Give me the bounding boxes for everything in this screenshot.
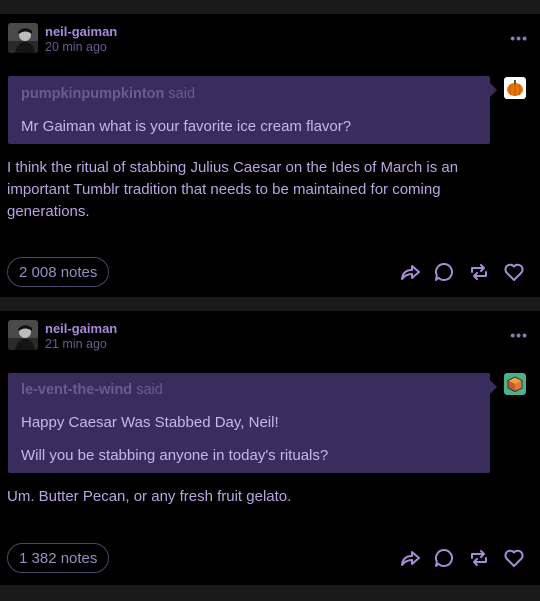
said-label: said [136,382,163,398]
more-options-icon[interactable]: ••• [510,327,528,343]
cube-icon[interactable] [504,373,526,395]
post-card: neil-gaiman 20 min ago ••• pumpkinpumpki… [0,14,540,297]
answer-text: I think the ritual of stabbing Julius Ca… [7,159,459,220]
ask-box: le-vent-the-wind said Happy Caesar Was S… [8,373,497,473]
reblog-icon[interactable] [468,261,490,283]
author-avatar[interactable] [8,23,38,53]
share-icon[interactable] [399,261,421,283]
reply-icon[interactable] [433,261,455,283]
notes-count-button[interactable]: 1 382 notes [7,543,110,573]
author-username[interactable]: neil-gaiman [45,24,117,39]
notes-count-button[interactable]: 2 008 notes [7,257,110,287]
author-avatar[interactable] [8,320,38,350]
share-icon[interactable] [399,547,421,569]
ask-question: Mr Gaiman what is your favorite ice crea… [21,118,352,135]
ask-box: pumpkinpumpkinton said Mr Gaiman what is… [8,76,497,144]
ask-question-line-2: Will you be stabbing anyone in today's r… [21,447,329,464]
more-options-icon[interactable]: ••• [510,30,528,46]
author-username[interactable]: neil-gaiman [45,321,117,336]
asker-username[interactable]: pumpkinpumpkinton [21,86,164,102]
reblog-icon[interactable] [468,547,490,569]
asker-name: le-vent-the-wind said [21,382,163,398]
like-icon[interactable] [503,547,525,569]
asker-username[interactable]: le-vent-the-wind [21,382,132,398]
reply-icon[interactable] [433,547,455,569]
asker-name: pumpkinpumpkinton said [21,86,195,102]
answer-text: Um. Butter Pecan, or any fresh fruit gel… [7,488,292,505]
said-label: said [168,86,196,102]
post-card: neil-gaiman 21 min ago ••• le-vent-the-w… [0,311,540,585]
pumpkin-icon[interactable] [504,77,526,99]
post-timestamp[interactable]: 20 min ago [45,40,107,54]
ask-question-line-1: Happy Caesar Was Stabbed Day, Neil! [21,414,279,431]
like-icon[interactable] [503,261,525,283]
post-timestamp[interactable]: 21 min ago [45,337,107,351]
